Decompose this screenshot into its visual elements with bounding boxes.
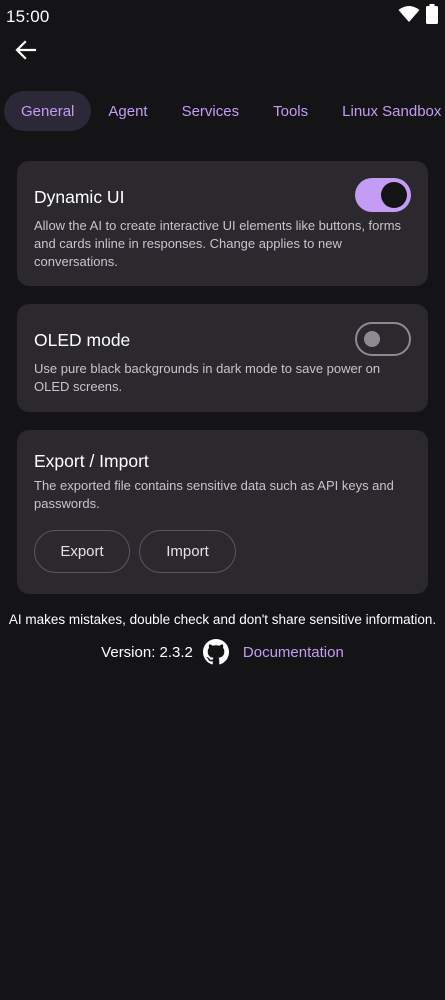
export-import-card: Export / Import The exported file contai… bbox=[17, 430, 428, 594]
version-label: Version: 2.3.2 bbox=[101, 643, 193, 661]
import-button[interactable]: Import bbox=[139, 530, 236, 573]
oled-mode-switch[interactable] bbox=[355, 322, 411, 356]
ai-disclaimer: AI makes mistakes, double check and don'… bbox=[8, 612, 437, 627]
dynamic-ui-card: Dynamic UI Allow the AI to create intera… bbox=[17, 161, 428, 286]
back-button[interactable] bbox=[10, 36, 42, 68]
tab-tools[interactable]: Tools bbox=[256, 91, 325, 131]
status-time: 15:00 bbox=[6, 7, 50, 26]
switch-knob bbox=[381, 182, 407, 208]
documentation-link[interactable]: Documentation bbox=[243, 644, 344, 661]
tab-agent[interactable]: Agent bbox=[91, 91, 164, 131]
oled-mode-card: OLED mode Use pure black backgrounds in … bbox=[17, 304, 428, 412]
export-import-description: The exported file contains sensitive dat… bbox=[34, 478, 394, 511]
oled-mode-description: Use pure black backgrounds in dark mode … bbox=[34, 361, 381, 394]
wifi-icon bbox=[398, 5, 420, 28]
battery-icon bbox=[426, 4, 438, 29]
status-bar: 15:00 bbox=[0, 0, 445, 34]
tab-linux-sandbox[interactable]: Linux Sandbox bbox=[325, 91, 445, 131]
arrow-left-icon bbox=[15, 39, 37, 66]
export-import-title: Export / Import bbox=[34, 451, 149, 471]
switch-knob bbox=[364, 331, 380, 347]
dynamic-ui-switch[interactable] bbox=[355, 178, 411, 212]
oled-mode-title: OLED mode bbox=[34, 330, 131, 350]
footer-row: Version: 2.3.2 Documentation bbox=[0, 638, 445, 666]
export-button[interactable]: Export bbox=[34, 530, 130, 573]
dynamic-ui-title: Dynamic UI bbox=[34, 187, 125, 207]
github-icon[interactable] bbox=[202, 639, 229, 665]
dynamic-ui-description: Allow the AI to create interactive UI el… bbox=[34, 218, 402, 269]
tab-services[interactable]: Services bbox=[165, 91, 257, 131]
status-icons bbox=[398, 4, 438, 29]
tab-general[interactable]: General bbox=[4, 91, 92, 131]
settings-tabs: General Agent Services Tools Linux Sandb… bbox=[4, 91, 445, 131]
